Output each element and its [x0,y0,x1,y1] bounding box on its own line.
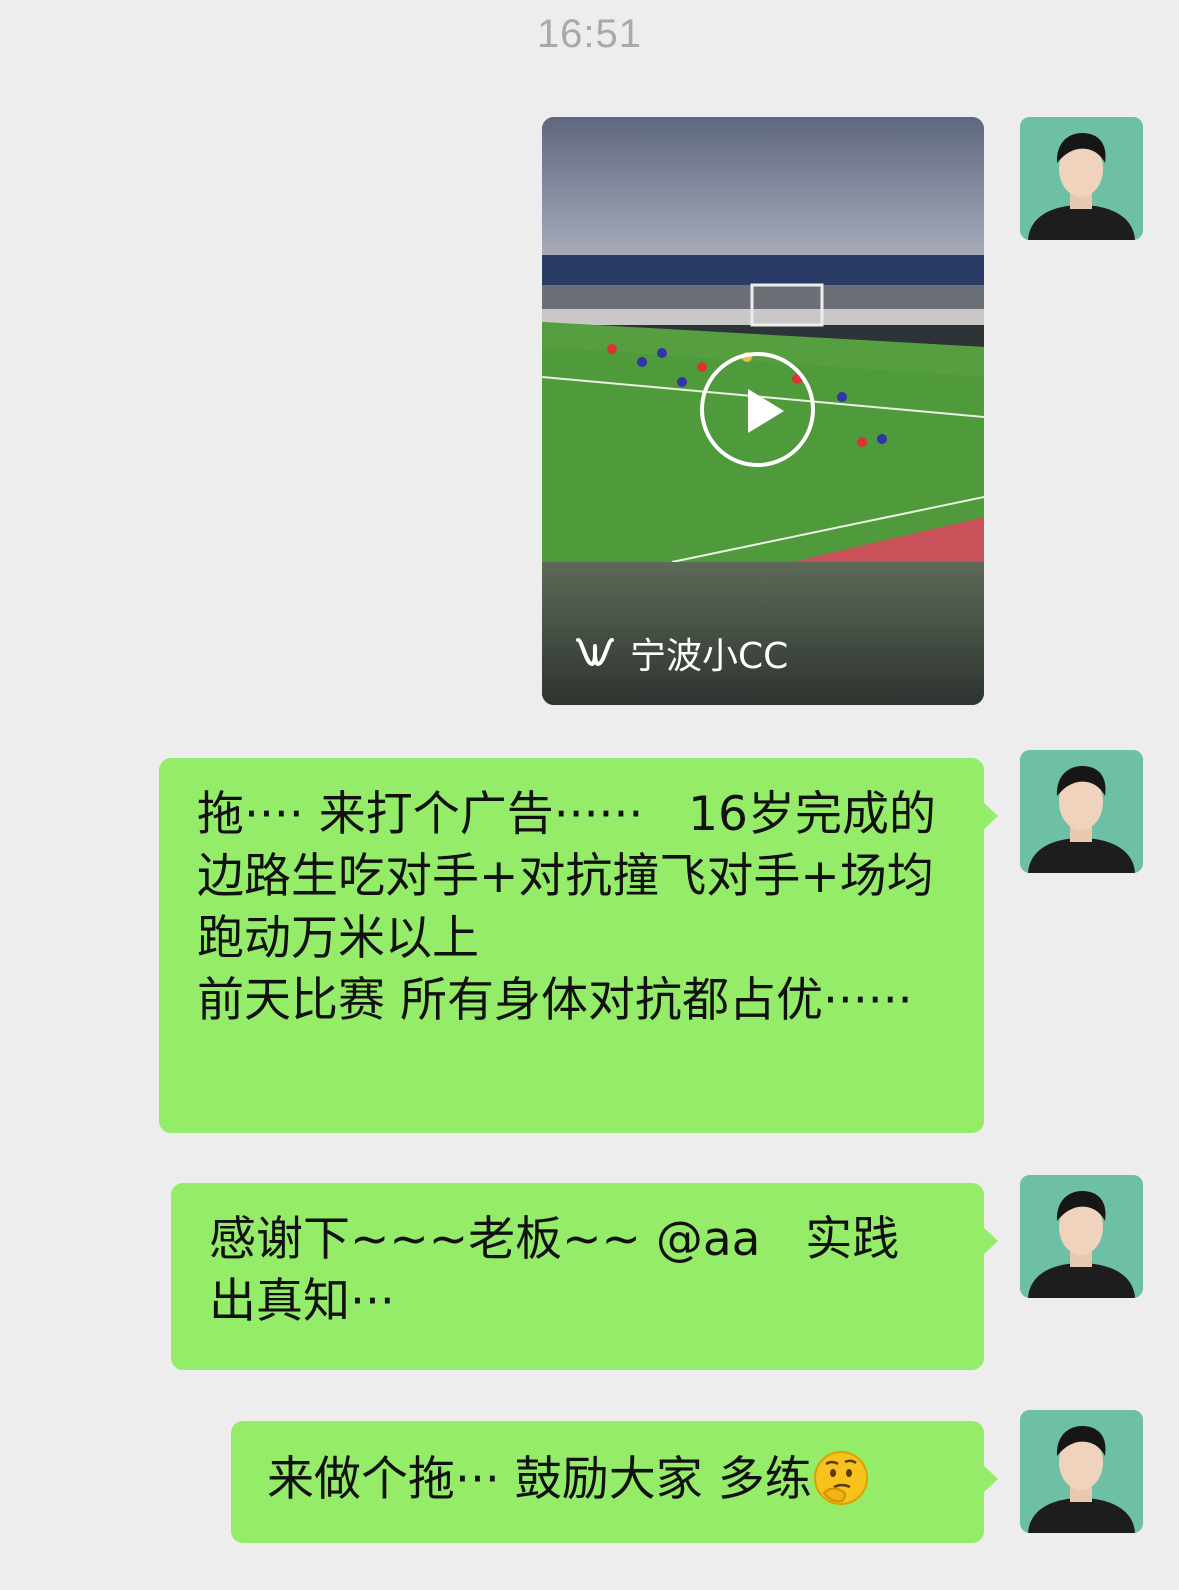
avatar[interactable] [1020,750,1143,873]
channels-icon [576,638,614,666]
chat-timestamp: 16:51 [536,12,643,56]
avatar[interactable] [1020,1175,1143,1298]
avatar-image [1020,1175,1143,1298]
video-channel: 宁波小CC [574,627,788,679]
avatar-image [1020,117,1143,240]
avatar-image [1020,1410,1143,1533]
message-bubble[interactable]: 来做个拖··· 鼓励大家 多练 [231,1421,998,1543]
video-message-card[interactable]: 宁波小CC [542,117,984,705]
message-bubble[interactable]: 拖···· 来打个广告······ 16岁完成的边路生吃对手+对抗撞飞对手+场均… [159,758,998,1133]
avatar[interactable] [1020,117,1143,240]
thinking-face-emoji [813,1451,868,1505]
avatar[interactable] [1020,1410,1143,1533]
play-button[interactable] [700,352,815,467]
channel-name: 宁波小CC [630,636,789,677]
avatar-image [1020,750,1143,873]
message-text: 来做个拖··· 鼓励大家 多练 [267,1452,812,1507]
message-bubble[interactable]: 感谢下~~~老板~~ @aa 实践出真知··· [171,1183,998,1370]
